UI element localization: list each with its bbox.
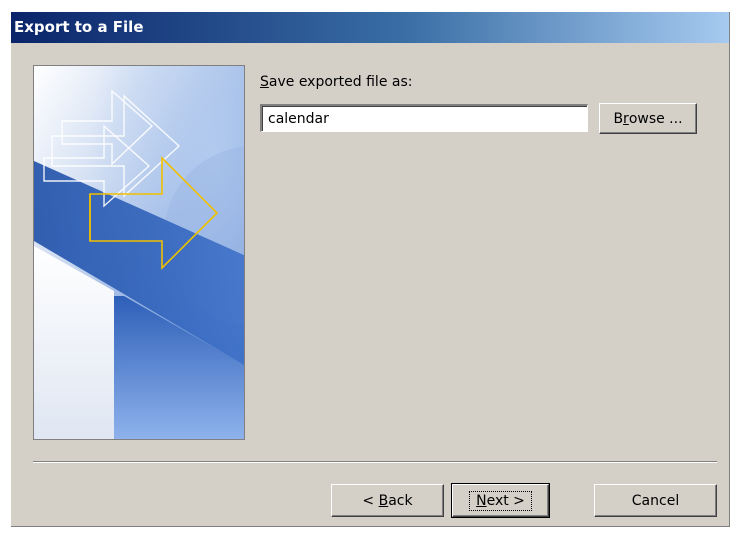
export-dialog: Export to a File Save exported file as: … [11,12,730,527]
next-button-focus: Next > [469,490,532,511]
back-button[interactable]: < Back [331,484,444,517]
cancel-button[interactable]: Cancel [594,484,717,517]
wizard-graphic [33,65,245,440]
dialog-title: Export to a File [11,12,729,43]
browse-button[interactable]: Br owse ... [599,103,697,134]
next-button[interactable]: Next > [451,483,550,518]
save-as-label: Save exported file as: [260,74,413,90]
file-name-input[interactable] [260,104,588,132]
dialog-separator [33,461,717,463]
export-arrows-illustration [34,66,244,439]
